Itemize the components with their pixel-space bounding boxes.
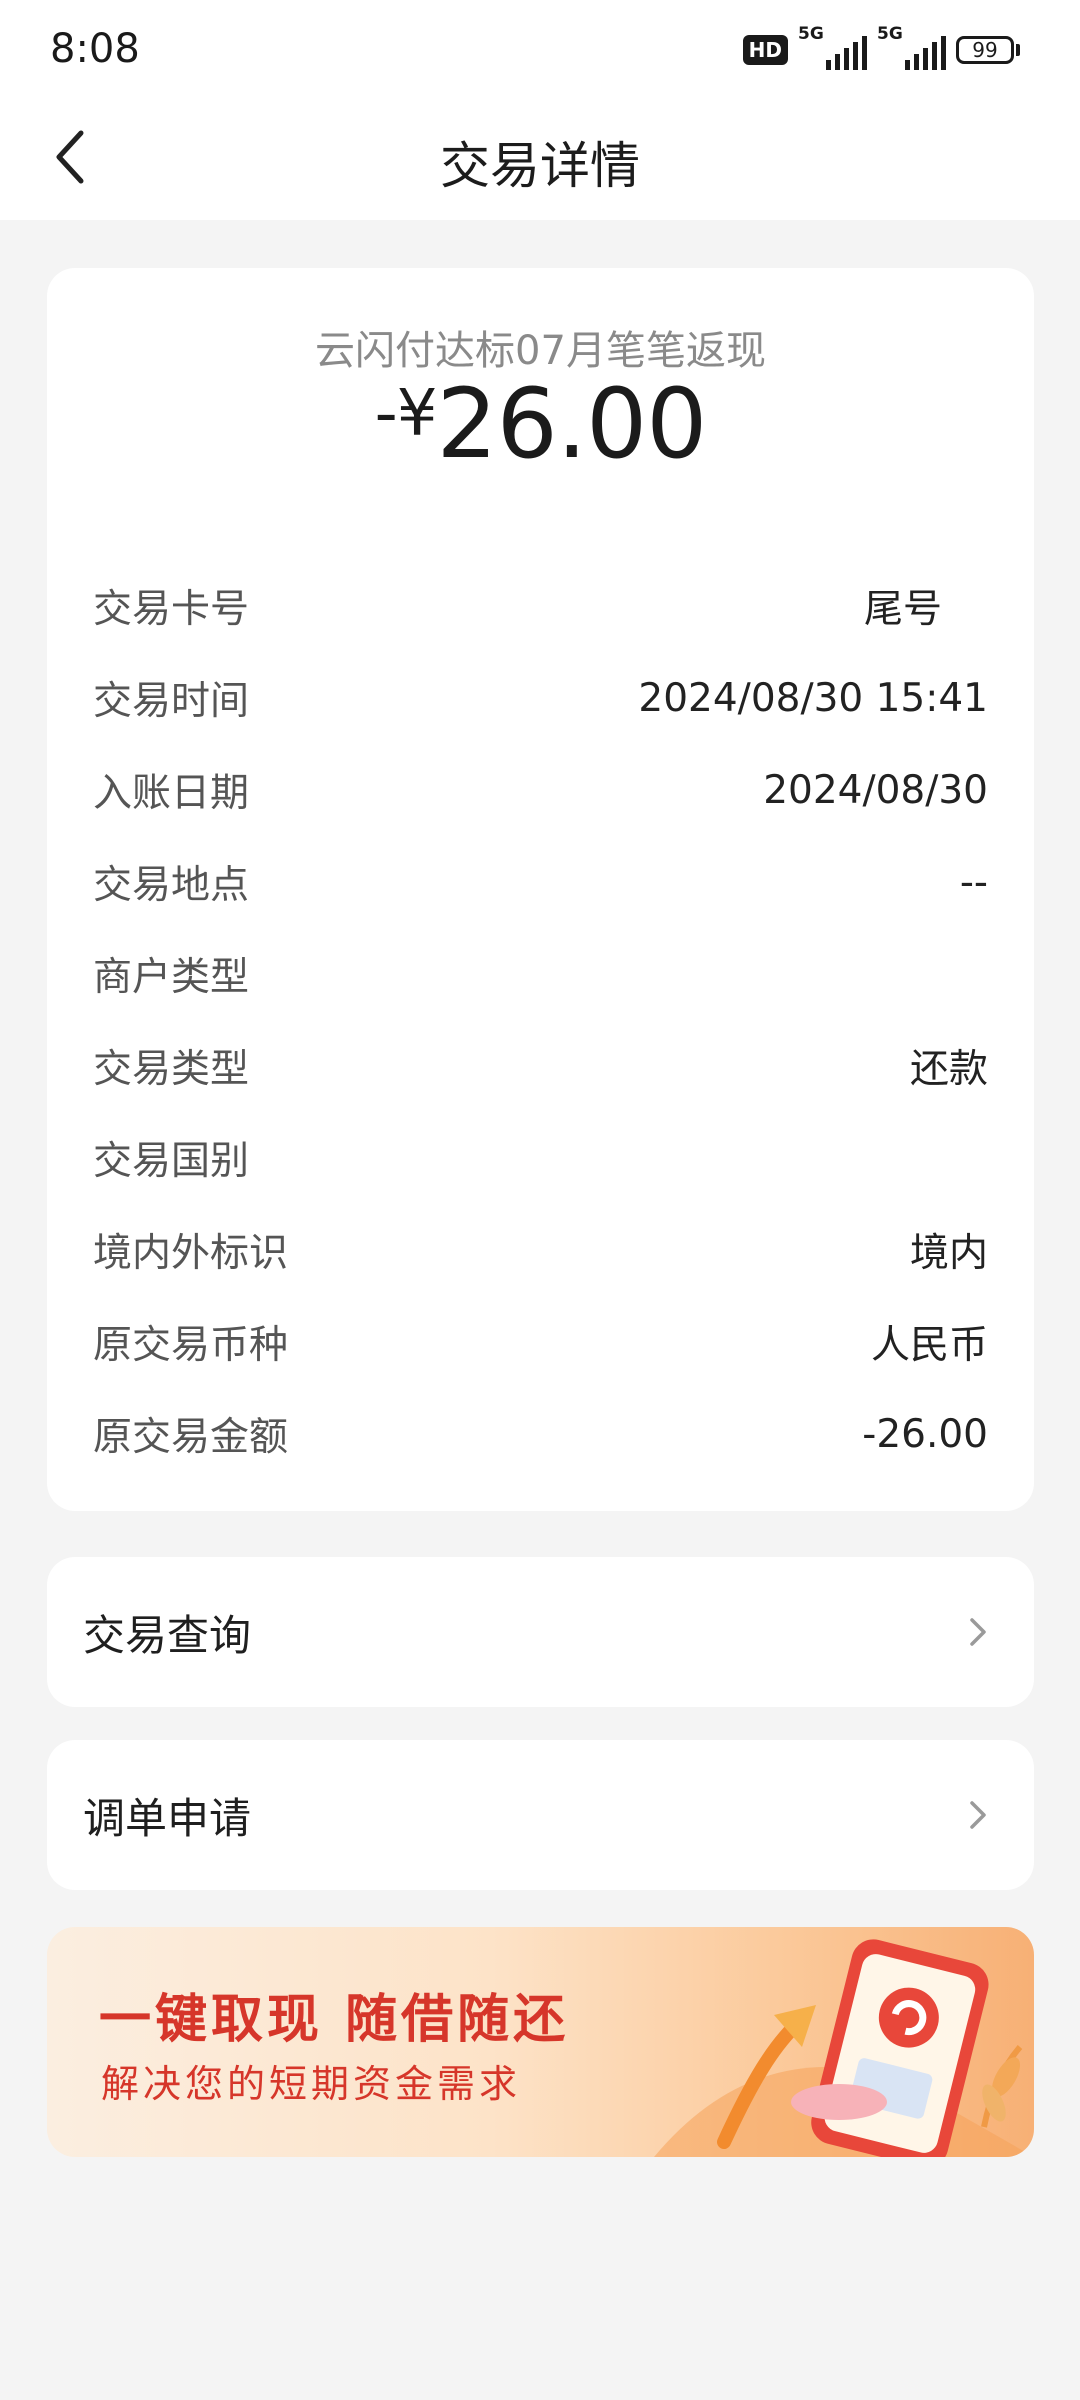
detail-label: 原交易金额 (93, 1415, 289, 1460)
detail-label: 原交易币种 (93, 1323, 289, 1368)
banner-subtitle: 解决您的短期资金需求 (101, 2062, 522, 2106)
status-icons: HD 5G 5G 99 (742, 24, 1020, 70)
detail-row: 境内外标识 境内 (93, 1204, 988, 1296)
detail-row: 入账日期 2024/08/30 (93, 744, 988, 836)
detail-value: 2024/08/30 (763, 767, 988, 813)
detail-value: 2024/08/30 15:41 (638, 675, 988, 721)
nav-bar: 交易详情 (0, 100, 1080, 220)
detail-row: 商户类型 (93, 928, 988, 1020)
detail-label: 境内外标识 (93, 1231, 289, 1276)
detail-row: 交易卡号 尾号 (93, 560, 988, 652)
status-bar: 8:08 HD 5G 5G 99 (0, 0, 1080, 100)
transaction-query-button[interactable]: 交易查询 (47, 1557, 1034, 1707)
detail-value: -- (959, 859, 988, 905)
detail-row: 原交易金额 -26.00 (93, 1388, 988, 1480)
detail-value: 还款 (909, 1047, 988, 1092)
page-title: 交易详情 (440, 137, 640, 195)
detail-row: 交易时间 2024/08/30 15:41 (93, 652, 988, 744)
network-type-label: 5G (877, 24, 903, 44)
amount-sign: -¥ (374, 377, 438, 451)
battery-icon: 99 (956, 36, 1020, 64)
signal-bars-icon (826, 36, 867, 70)
transaction-detail-card: 云闪付达标07月笔笔返现 -¥26.00 交易卡号 尾号 交易时间 2024/0… (47, 268, 1034, 1511)
battery-level: 99 (956, 36, 1014, 64)
detail-row: 交易地点 -- (93, 836, 988, 928)
network-type-label: 5G (798, 24, 824, 44)
signal-bars-icon (905, 36, 946, 70)
phone-cash-illustration-icon (654, 1939, 1034, 2157)
detail-label: 交易卡号 (93, 587, 250, 632)
dispute-request-button[interactable]: 调单申请 (47, 1740, 1034, 1890)
detail-label: 交易国别 (93, 1139, 250, 1184)
detail-value: -26.00 (862, 1411, 988, 1457)
detail-value: 尾号 (863, 587, 942, 632)
dispute-request-label: 调单申请 (83, 1793, 252, 1843)
amount-value: 26.00 (436, 368, 707, 480)
detail-row: 交易类型 还款 (93, 1020, 988, 1112)
signal-icon-1: 5G (798, 24, 867, 70)
transaction-query-label: 交易查询 (83, 1610, 252, 1660)
detail-row: 交易国别 (93, 1112, 988, 1204)
detail-list: 交易卡号 尾号 交易时间 2024/08/30 15:41 入账日期 2024/… (93, 560, 988, 1480)
signal-icon-2: 5G (877, 24, 946, 70)
cash-advance-banner[interactable]: 一键取现 随借随还 解决您的短期资金需求 (47, 1927, 1034, 2157)
chevron-right-icon (970, 1618, 986, 1646)
hd-voice-icon: HD (742, 35, 788, 65)
detail-row: 原交易币种 人民币 (93, 1296, 988, 1388)
detail-value: 境内 (909, 1231, 988, 1276)
detail-label: 交易地点 (93, 863, 250, 908)
detail-label: 交易类型 (93, 1047, 250, 1092)
detail-label: 入账日期 (93, 771, 250, 816)
detail-value: 人民币 (870, 1323, 988, 1368)
detail-label: 交易时间 (93, 679, 250, 724)
status-time: 8:08 (50, 26, 140, 72)
chevron-right-icon (970, 1801, 986, 1829)
transaction-amount: -¥26.00 (47, 368, 1034, 480)
banner-title: 一键取现 随借随还 (99, 1990, 570, 2050)
detail-label: 商户类型 (93, 955, 250, 1000)
